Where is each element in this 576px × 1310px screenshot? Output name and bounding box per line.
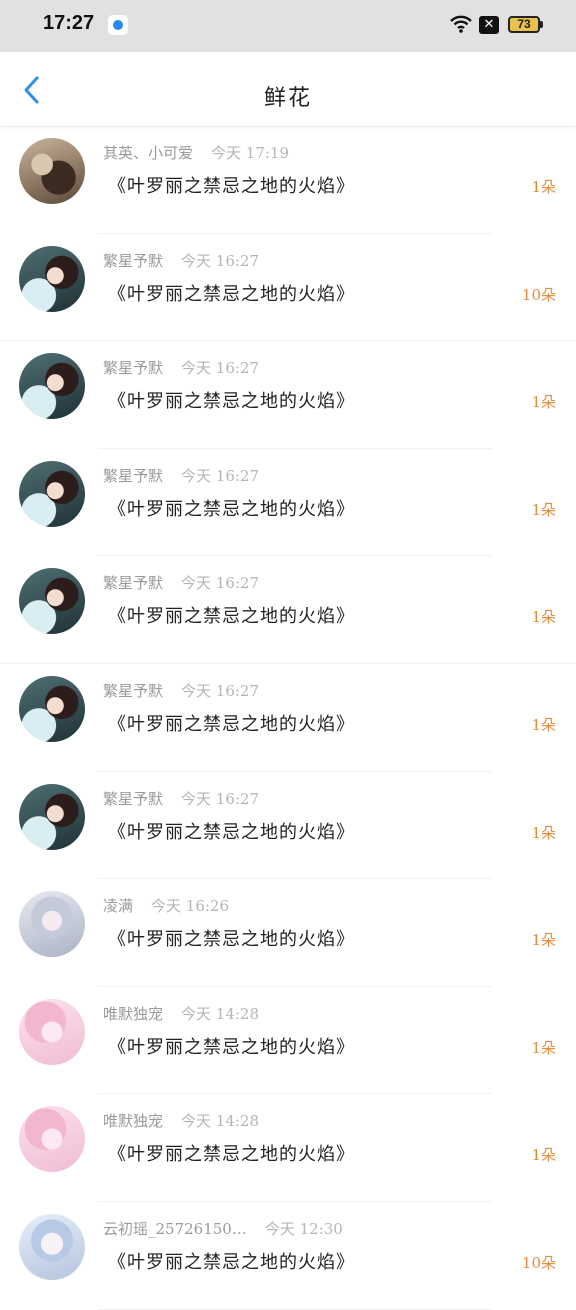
gift-title: 《叶罗丽之禁忌之地的火焰》 — [108, 606, 355, 628]
sender-name[interactable]: 繁星予默 — [103, 359, 163, 377]
battery-icon: 73 — [508, 16, 540, 33]
page-title: 鲜花 — [263, 86, 312, 111]
avatar[interactable] — [19, 568, 85, 635]
flower-count: 1朵 — [531, 393, 556, 412]
sent-time: 今天 16:27 — [181, 574, 260, 593]
name-line: 唯默独宠 今天 14:28 — [103, 1110, 259, 1131]
sent-time: 今天 16:27 — [181, 251, 260, 270]
avatar[interactable] — [19, 998, 85, 1065]
list-item[interactable]: 繁星予默 今天 16:27 《叶罗丽之禁忌之地的火焰》 1朵 — [0, 556, 576, 664]
list-item[interactable]: 唯默独宠 今天 14:28 《叶罗丽之禁忌之地的火焰》 1朵 — [0, 987, 576, 1095]
gift-title: 《叶罗丽之禁忌之地的火焰》 — [108, 391, 355, 413]
flower-list: 其英、小可爱 今天 17:19 《叶罗丽之禁忌之地的火焰》 1朵 繁星予默 今天 1… — [0, 126, 576, 1310]
battery-tip — [540, 21, 543, 28]
list-item[interactable]: 唯默独宠 今天 14:28 《叶罗丽之禁忌之地的火焰》 1朵 — [0, 1094, 576, 1202]
flower-count: 1朵 — [531, 178, 556, 196]
flower-count: 1朵 — [531, 1146, 556, 1165]
sent-time: 今天 16:27 — [181, 681, 260, 700]
avatar[interactable] — [19, 353, 85, 420]
flower-count: 1朵 — [531, 715, 556, 734]
list-item[interactable]: 繁星予默 今天 16:27 《叶罗丽之禁忌之地的火焰》 1朵 — [0, 664, 576, 772]
gift-title: 《叶罗丽之禁忌之地的火焰》 — [108, 1036, 355, 1058]
list-item[interactable]: 繁星予默 今天 16:27 《叶罗丽之禁忌之地的火焰》 1朵 — [0, 341, 576, 449]
sent-time: 今天 16:27 — [181, 789, 260, 808]
gift-title: 《叶罗丽之禁忌之地的火焰》 — [108, 929, 355, 951]
sent-time: 今天 16:27 — [181, 466, 260, 485]
sender-name[interactable]: 凌满 — [103, 897, 133, 915]
name-line: 繁星予默 今天 16:27 — [103, 572, 259, 593]
sent-time: 今天 16:27 — [181, 359, 260, 378]
name-line: 云初瑶_25726150… 今天 12:30 — [103, 1218, 343, 1239]
name-line: 唯默独宠 今天 14:28 — [103, 1003, 259, 1024]
sender-name[interactable]: 繁星予默 — [103, 574, 163, 592]
gift-title: 《叶罗丽之禁忌之地的火焰》 — [108, 176, 355, 197]
flower-count: 1朵 — [531, 608, 556, 627]
flower-count: 1朵 — [531, 1038, 556, 1057]
list-item[interactable]: 凌满 今天 16:26 《叶罗丽之禁忌之地的火焰》 1朵 — [0, 879, 576, 987]
avatar[interactable] — [19, 460, 85, 527]
avatar[interactable] — [19, 675, 85, 742]
no-sim-icon: ✕ — [479, 16, 499, 34]
avatar[interactable] — [19, 1213, 85, 1280]
name-line: 其英、小可爱 今天 17:19 — [103, 142, 289, 163]
wifi-icon — [449, 14, 473, 38]
sender-name[interactable]: 唯默独宠 — [103, 1005, 163, 1023]
sender-name[interactable]: 繁星予默 — [103, 252, 163, 270]
name-line: 繁星予默 今天 16:27 — [103, 465, 259, 486]
avatar[interactable] — [19, 1106, 85, 1173]
name-line: 繁星予默 今天 16:27 — [103, 788, 259, 809]
list-item[interactable]: 繁星予默 今天 16:27 《叶罗丽之禁忌之地的火焰》 10朵 — [0, 234, 576, 342]
status-bar: 17:27 ✕ 73 — [0, 0, 576, 52]
flower-count: 1朵 — [531, 500, 556, 519]
avatar[interactable] — [19, 138, 85, 204]
list-item[interactable]: 繁星予默 今天 16:27 《叶罗丽之禁忌之地的火焰》 1朵 — [0, 449, 576, 557]
name-line: 凌满 今天 16:26 — [103, 895, 229, 916]
gift-title: 《叶罗丽之禁忌之地的火焰》 — [108, 1144, 355, 1166]
sent-time: 今天 16:26 — [151, 897, 230, 916]
flower-count: 10朵 — [521, 1253, 556, 1272]
name-line: 繁星予默 今天 16:27 — [103, 680, 259, 701]
name-line: 繁星予默 今天 16:27 — [103, 250, 259, 271]
nav-bar: 鲜花 — [0, 52, 576, 127]
sent-time: 今天 14:28 — [181, 1004, 260, 1023]
sender-name[interactable]: 唯默独宠 — [103, 1112, 163, 1130]
avatar[interactable] — [19, 245, 85, 312]
flower-count: 1朵 — [531, 823, 556, 842]
sender-name[interactable]: 繁星予默 — [103, 467, 163, 485]
gift-title: 《叶罗丽之禁忌之地的火焰》 — [108, 498, 355, 520]
gift-title: 《叶罗丽之禁忌之地的火焰》 — [108, 821, 355, 843]
avatar[interactable] — [19, 891, 85, 958]
sent-time: 今天 12:30 — [264, 1219, 343, 1238]
flower-count: 10朵 — [521, 285, 556, 304]
flower-count: 1朵 — [531, 931, 556, 950]
gift-title: 《叶罗丽之禁忌之地的火焰》 — [108, 713, 355, 735]
sender-name[interactable]: 繁星予默 — [103, 790, 163, 808]
sender-name[interactable]: 繁星予默 — [103, 682, 163, 700]
list-item[interactable]: 云初瑶_25726150… 今天 12:30 《叶罗丽之禁忌之地的火焰》 10朵 — [0, 1202, 576, 1310]
avatar[interactable] — [19, 783, 85, 850]
name-line: 繁星予默 今天 16:27 — [103, 357, 259, 378]
gift-title: 《叶罗丽之禁忌之地的火焰》 — [108, 1251, 355, 1273]
sender-name[interactable]: 其英、小可爱 — [103, 144, 193, 162]
status-time: 17:27 — [43, 12, 95, 34]
sent-time: 今天 14:28 — [181, 1112, 260, 1131]
gift-title: 《叶罗丽之禁忌之地的火焰》 — [108, 283, 355, 305]
sent-time: 今天 17:19 — [211, 144, 290, 162]
sender-name[interactable]: 云初瑶_25726150… — [103, 1220, 247, 1238]
app-notification-icon — [108, 15, 128, 35]
list-item[interactable]: 其英、小可爱 今天 17:19 《叶罗丽之禁忌之地的火焰》 1朵 — [0, 126, 576, 234]
divider — [98, 1308, 492, 1310]
list-item[interactable]: 繁星予默 今天 16:27 《叶罗丽之禁忌之地的火焰》 1朵 — [0, 772, 576, 880]
